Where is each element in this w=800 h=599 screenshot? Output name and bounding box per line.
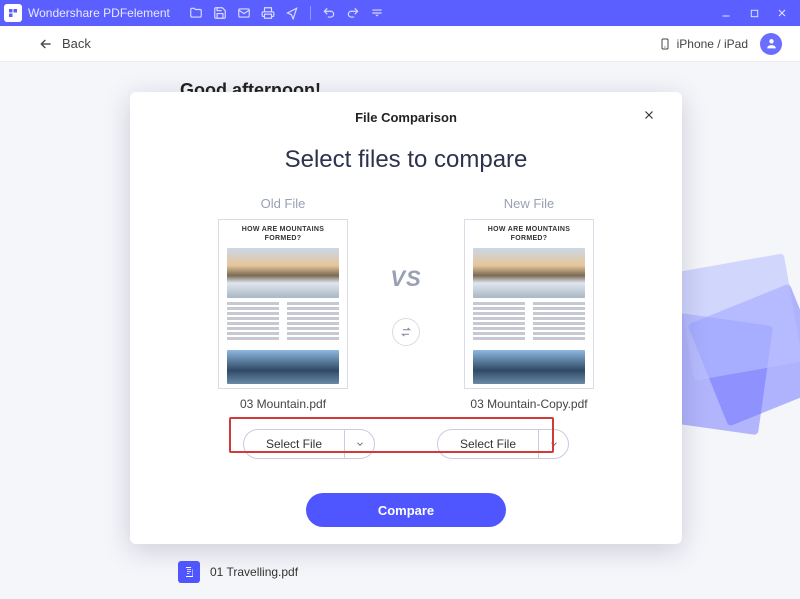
mail-icon[interactable]: [234, 3, 254, 23]
old-file-column: Old File HOW ARE MOUNTAINS FORMED? 03 Mo…: [203, 196, 363, 411]
window-close-button[interactable]: [768, 0, 796, 26]
page-toolbar: Back iPhone / iPad: [0, 26, 800, 62]
open-folder-icon[interactable]: [186, 3, 206, 23]
old-select-file-button[interactable]: Select File: [243, 429, 375, 459]
share-icon[interactable]: [282, 3, 302, 23]
pdf-file-icon: [178, 561, 200, 583]
close-icon: [642, 108, 656, 122]
thumbnail-image: [473, 248, 585, 298]
device-link[interactable]: iPhone / iPad: [659, 37, 748, 51]
decorative-shape: [687, 283, 800, 426]
dialog-close-button[interactable]: [640, 106, 658, 124]
old-select-file-dropdown[interactable]: [344, 430, 374, 458]
old-file-thumbnail[interactable]: HOW ARE MOUNTAINS FORMED?: [218, 219, 348, 389]
new-file-thumbnail[interactable]: HOW ARE MOUNTAINS FORMED?: [464, 219, 594, 389]
swap-files-button[interactable]: [392, 318, 420, 346]
dialog-title: File Comparison: [355, 110, 457, 125]
new-file-name: 03 Mountain-Copy.pdf: [449, 397, 609, 411]
new-select-file-button[interactable]: Select File: [437, 429, 569, 459]
new-select-file-dropdown[interactable]: [538, 430, 568, 458]
user-avatar[interactable]: [760, 33, 782, 55]
app-name: Wondershare PDFelement: [28, 6, 170, 20]
new-file-label: New File: [449, 196, 609, 211]
old-file-label: Old File: [203, 196, 363, 211]
thumbnail-image: [227, 248, 339, 298]
old-file-name: 03 Mountain.pdf: [203, 397, 363, 411]
compare-button[interactable]: Compare: [306, 493, 506, 527]
device-link-label: iPhone / iPad: [677, 37, 748, 51]
recent-file-item[interactable]: 01 Travelling.pdf: [178, 561, 298, 583]
back-button[interactable]: Back: [38, 36, 91, 52]
thumbnail-image: [473, 350, 585, 384]
save-icon[interactable]: [210, 3, 230, 23]
recent-file-name: 01 Travelling.pdf: [210, 565, 298, 579]
window-minimize-button[interactable]: [712, 0, 740, 26]
redo-icon[interactable]: [343, 3, 363, 23]
app-logo-icon: [4, 4, 22, 22]
decorative-shape: [675, 253, 800, 380]
new-file-column: New File HOW ARE MOUNTAINS FORMED? 03 Mo…: [449, 196, 609, 411]
titlebar-separator: [310, 6, 311, 20]
customize-toolbar-icon[interactable]: [367, 3, 387, 23]
back-label: Back: [62, 36, 91, 51]
thumbnail-image: [227, 350, 339, 384]
vs-label: VS: [390, 266, 421, 292]
dialog-heading: Select files to compare: [154, 146, 658, 174]
phone-icon: [659, 37, 671, 51]
window-maximize-button[interactable]: [740, 0, 768, 26]
title-bar: Wondershare PDFelement: [0, 0, 800, 26]
print-icon[interactable]: [258, 3, 278, 23]
undo-icon[interactable]: [319, 3, 339, 23]
swap-icon: [399, 325, 413, 339]
chevron-down-icon: [549, 439, 559, 449]
chevron-down-icon: [355, 439, 365, 449]
file-comparison-dialog: File Comparison Select files to compare …: [130, 92, 682, 544]
